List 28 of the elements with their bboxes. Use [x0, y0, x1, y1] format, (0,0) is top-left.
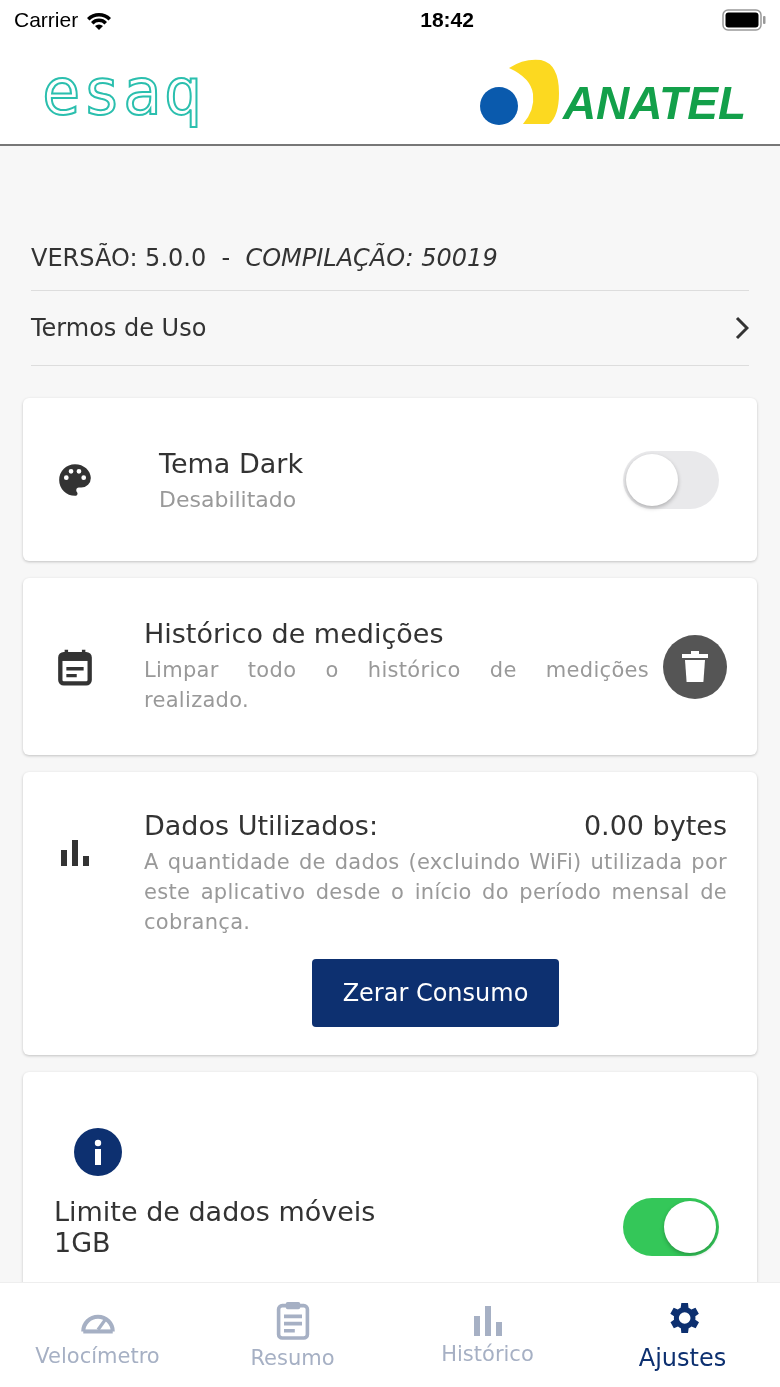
anatel-logo-text: ANATEL	[562, 80, 746, 126]
version-text: VERSÃO: 5.0.0 - COMPILAÇÃO: 50019	[31, 244, 498, 272]
info-icon	[74, 1128, 122, 1176]
clock-time: 18:42	[420, 8, 474, 32]
chevron-right-icon	[735, 316, 749, 340]
setting-title: Limite de dados móveis	[54, 1196, 377, 1227]
toggle-switch[interactable]	[623, 450, 719, 509]
setting-status: Desabilitado	[159, 486, 298, 512]
carrier-name: Carrier	[14, 8, 79, 32]
clipboard-icon	[274, 1300, 311, 1340]
calendar-icon	[57, 647, 93, 686]
trash-icon	[682, 650, 708, 683]
data-limit-value: 1GB	[54, 1227, 112, 1258]
setting-title: Tema Dark	[159, 447, 305, 479]
setting-description: A quantidade de dados (excluindo WiFi) utilizada por este aplicativo desde o início do período mensal de cobrança.	[144, 849, 727, 936]
setting-description: Limpar todo o histórico de medições realizado.	[144, 657, 649, 714]
bar-chart-icon	[471, 1304, 504, 1336]
bar-chart-icon	[61, 840, 89, 866]
setting-title: Histórico de medições	[144, 618, 445, 649]
wifi-icon	[86, 10, 113, 30]
data-usage-value: 0.00 bytes	[583, 810, 727, 841]
toggle-switch[interactable]	[623, 1198, 719, 1256]
anatel-emblem-icon	[478, 58, 561, 126]
setting-title: Dados Utilizados:	[144, 810, 379, 841]
tab-bar-item[interactable]: Ajustes	[585, 1283, 780, 1387]
terms-link[interactable]: Termos de Uso	[31, 291, 749, 366]
battery-icon	[722, 9, 766, 31]
reset-button[interactable]: Zerar Consumo	[311, 959, 560, 1027]
